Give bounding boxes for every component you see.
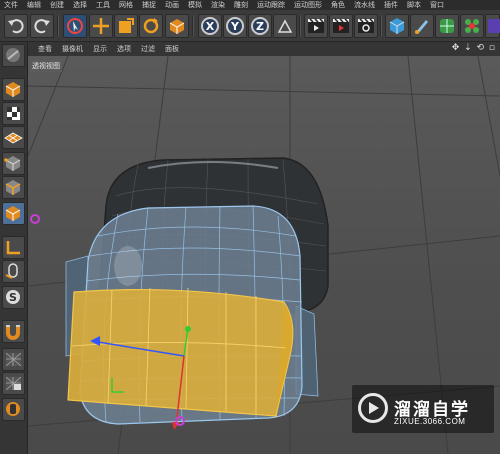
viewport-menu-item[interactable]: 显示 (93, 44, 107, 54)
toolbar-separator (299, 16, 301, 36)
camera-label: 透视视图 (30, 60, 62, 72)
viewport-nav-icons[interactable]: ✥ ⇣ ⟲ ▫ (452, 43, 496, 53)
workplane-icon[interactable] (2, 102, 25, 125)
points-mode-icon[interactable] (2, 126, 25, 149)
viewport-menu-bar: 查看 摄像机 显示 选项 过滤 面板 (28, 42, 500, 56)
menu-item[interactable]: 窗口 (430, 0, 444, 10)
y-axis-icon[interactable]: Y (223, 14, 247, 38)
menu-item[interactable]: 编辑 (27, 0, 41, 10)
rotate-icon[interactable] (139, 14, 163, 38)
z-axis-label: Z (256, 20, 264, 33)
main-toolbar: X Y Z (0, 10, 500, 42)
menu-item[interactable]: 渲染 (211, 0, 225, 10)
snap-icon[interactable] (2, 260, 25, 283)
pen-icon[interactable] (410, 14, 434, 38)
subdivision-icon[interactable] (435, 14, 459, 38)
axis-mode-icon[interactable] (2, 202, 25, 225)
main-menu-bar: 文件 编辑 创建 选择 工具 网格 捕捉 动画 模拟 渲染 雕刻 运动跟踪 运动图形 角色 流水线 插件 脚本窗… (0, 0, 500, 10)
lock-icon[interactable] (2, 320, 25, 343)
menu-item[interactable]: 文件 (4, 0, 18, 10)
mesh-check-icon[interactable] (2, 398, 25, 421)
left-tool-strip: S (0, 42, 28, 454)
menu-item[interactable]: 雕刻 (234, 0, 248, 10)
z-axis-icon[interactable]: Z (248, 14, 272, 38)
menu-item[interactable]: 流水线 (354, 0, 375, 10)
texture-mode-icon[interactable] (2, 78, 25, 101)
y-axis-label: Y (230, 20, 240, 33)
play-logo-icon (358, 393, 388, 423)
coordinate-system-icon[interactable] (273, 14, 297, 38)
undo-icon[interactable] (4, 14, 28, 38)
menu-item[interactable]: 网格 (119, 0, 133, 10)
viewport-menu-item[interactable]: 选项 (117, 44, 131, 54)
menu-item[interactable]: 动画 (165, 0, 179, 10)
layer-lock-icon[interactable] (2, 372, 25, 395)
viewport-menu-item[interactable]: 过滤 (141, 44, 155, 54)
recent-object-icon[interactable] (165, 14, 189, 38)
live-selection-icon[interactable] (63, 14, 87, 38)
menu-item[interactable]: 插件 (384, 0, 398, 10)
menu-item[interactable]: 创建 (50, 0, 64, 10)
make-editable-icon[interactable] (2, 44, 25, 67)
render-settings-icon[interactable] (354, 14, 378, 38)
magenta-handle-icon[interactable] (30, 214, 40, 224)
menu-item[interactable]: 捕捉 (142, 0, 156, 10)
toolbar-separator (192, 16, 194, 36)
cloner-icon[interactable] (460, 14, 484, 38)
menu-item[interactable]: 脚本 (407, 0, 421, 10)
menu-item[interactable]: 模拟 (188, 0, 202, 10)
viewport-menu-item[interactable]: 查看 (38, 44, 52, 54)
x-axis-icon[interactable]: X (198, 14, 222, 38)
edges-mode-icon[interactable] (2, 152, 25, 175)
render-view-icon[interactable] (304, 14, 328, 38)
layer-icon[interactable] (2, 348, 25, 371)
selected-polygon-band (67, 287, 294, 417)
toolbar-separator (57, 16, 59, 36)
menu-item[interactable]: 选择 (73, 0, 87, 10)
viewport-menu-item[interactable]: 摄像机 (62, 44, 83, 54)
render-picture-viewer-icon[interactable] (329, 14, 353, 38)
deformer-icon[interactable] (485, 14, 500, 38)
menu-item[interactable]: 工具 (96, 0, 110, 10)
menu-item[interactable]: 角色 (331, 0, 345, 10)
watermark: 溜溜自学 ZIXUE.3066.COM (352, 385, 494, 433)
polygons-mode-icon[interactable] (2, 176, 25, 199)
cube-icon[interactable] (385, 14, 409, 38)
redo-icon[interactable] (30, 14, 54, 38)
tweak-icon[interactable] (2, 236, 25, 259)
scale-icon[interactable] (114, 14, 138, 38)
menu-item[interactable]: 运动跟踪 (257, 0, 285, 10)
x-axis-label: X (206, 20, 215, 33)
viewport-menu-item[interactable]: 面板 (165, 44, 179, 54)
menu-item[interactable]: 运动图形 (294, 0, 322, 10)
svg-text:S: S (9, 291, 17, 304)
move-icon[interactable] (89, 14, 113, 38)
magnet-icon[interactable]: S (2, 286, 25, 309)
toolbar-separator (380, 16, 382, 36)
watermark-url: ZIXUE.3066.COM (394, 417, 466, 426)
